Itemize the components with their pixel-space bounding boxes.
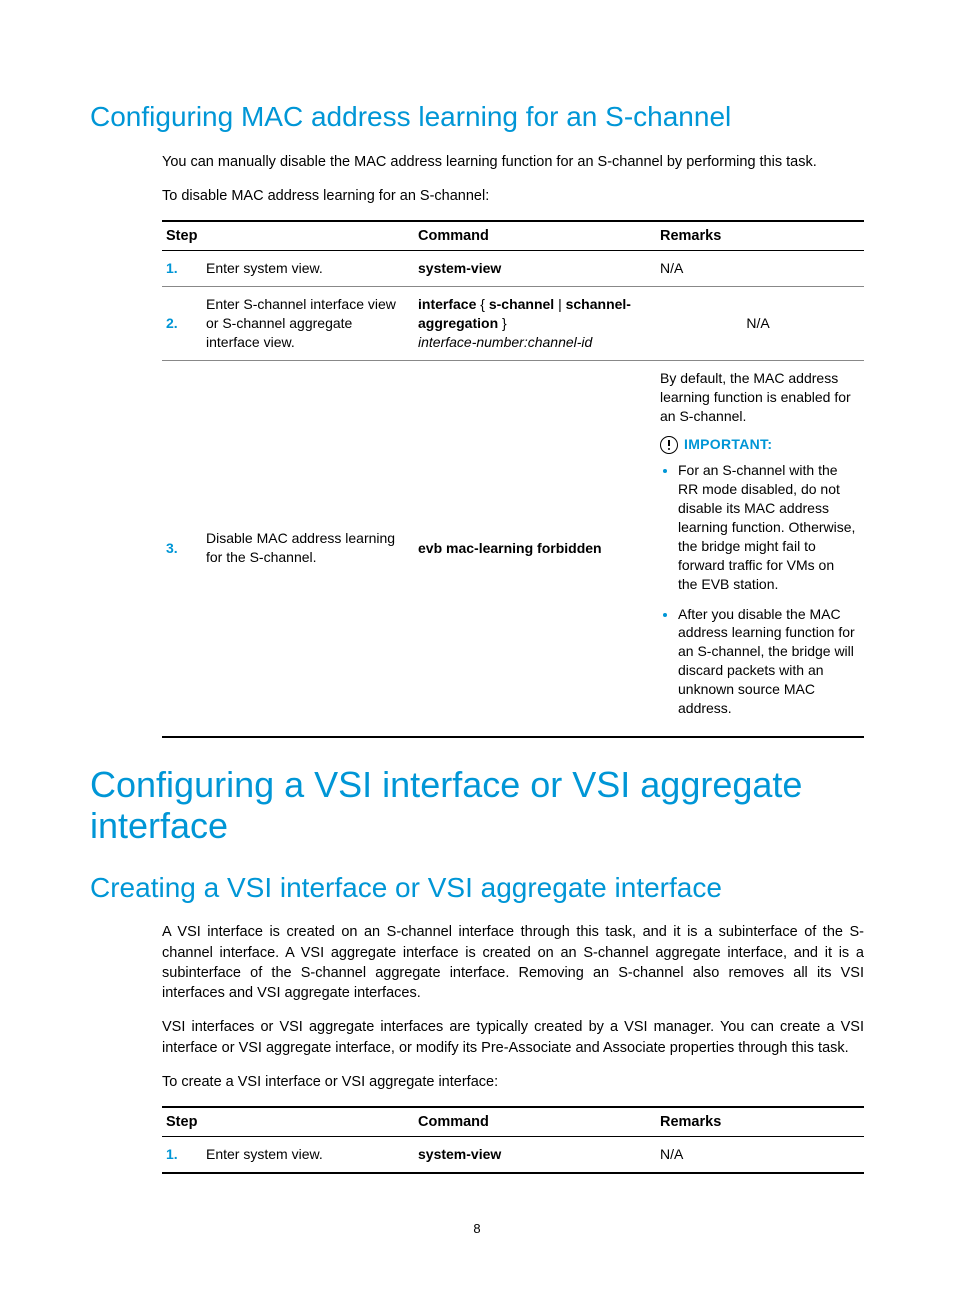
paragraph: To disable MAC address learning for an S… — [162, 186, 864, 206]
command-text: evb mac-learning forbidden — [418, 540, 602, 556]
paragraph: A VSI interface is created on an S-chann… — [162, 922, 864, 1003]
table-header-row: Step Command Remarks — [162, 221, 864, 251]
list-item: After you disable the MAC address learni… — [678, 604, 856, 718]
step-remarks: N/A — [656, 251, 864, 287]
important-icon — [660, 436, 678, 454]
table-row: 1. Enter system view. system-view N/A — [162, 251, 864, 287]
paragraph: To create a VSI interface or VSI aggrega… — [162, 1072, 864, 1092]
command-arg: interface-number:channel-id — [418, 334, 592, 350]
command-text: system-view — [418, 1146, 501, 1162]
remarks-intro: By default, the MAC address learning fun… — [660, 369, 856, 426]
step-description: Enter system view. — [202, 251, 414, 287]
paragraph: You can manually disable the MAC address… — [162, 152, 864, 172]
step-number: 3. — [162, 360, 202, 737]
col-step: Step — [162, 1107, 414, 1137]
step-command: system-view — [414, 1137, 656, 1173]
remarks-bullets: For an S-channel with the RR mode disabl… — [660, 460, 856, 718]
step-number: 1. — [162, 251, 202, 287]
table-header-row: Step Command Remarks — [162, 1107, 864, 1137]
step-remarks: By default, the MAC address learning fun… — [656, 360, 864, 737]
step-command: system-view — [414, 251, 656, 287]
col-command: Command — [414, 1107, 656, 1137]
step-remarks: N/A — [656, 287, 864, 361]
command-text: system-view — [418, 260, 501, 276]
subsection-heading-creating-vsi: Creating a VSI interface or VSI aggregat… — [90, 871, 864, 905]
paragraph: VSI interfaces or VSI aggregate interfac… — [162, 1017, 864, 1058]
step-command: evb mac-learning forbidden — [414, 360, 656, 737]
step-remarks: N/A — [656, 1137, 864, 1173]
step-description: Disable MAC address learning for the S-c… — [202, 360, 414, 737]
step-description: Enter S-channel interface view or S-chan… — [202, 287, 414, 361]
section-heading-mac-learning: Configuring MAC address learning for an … — [90, 100, 864, 134]
list-item: For an S-channel with the RR mode disabl… — [678, 460, 856, 593]
command-keyword: interface — [418, 296, 476, 312]
steps-table-vsi: Step Command Remarks 1. Enter system vie… — [162, 1106, 864, 1174]
important-callout: IMPORTANT: — [660, 435, 856, 454]
step-number: 2. — [162, 287, 202, 361]
col-remarks: Remarks — [656, 221, 864, 251]
command-option: s-channel — [489, 296, 554, 312]
col-step: Step — [162, 221, 414, 251]
document-page: Configuring MAC address learning for an … — [0, 0, 954, 1296]
steps-table-mac-learning: Step Command Remarks 1. Enter system vie… — [162, 220, 864, 738]
page-number: 8 — [0, 1221, 954, 1236]
table-row: 3. Disable MAC address learning for the … — [162, 360, 864, 737]
section-heading-vsi: Configuring a VSI interface or VSI aggre… — [90, 764, 864, 847]
step-number: 1. — [162, 1137, 202, 1173]
col-remarks: Remarks — [656, 1107, 864, 1137]
table-row: 2. Enter S-channel interface view or S-c… — [162, 287, 864, 361]
table-row: 1. Enter system view. system-view N/A — [162, 1137, 864, 1173]
col-command: Command — [414, 221, 656, 251]
step-description: Enter system view. — [202, 1137, 414, 1173]
step-command: interface { s-channel | schannel-aggrega… — [414, 287, 656, 361]
important-label: IMPORTANT: — [684, 435, 772, 454]
